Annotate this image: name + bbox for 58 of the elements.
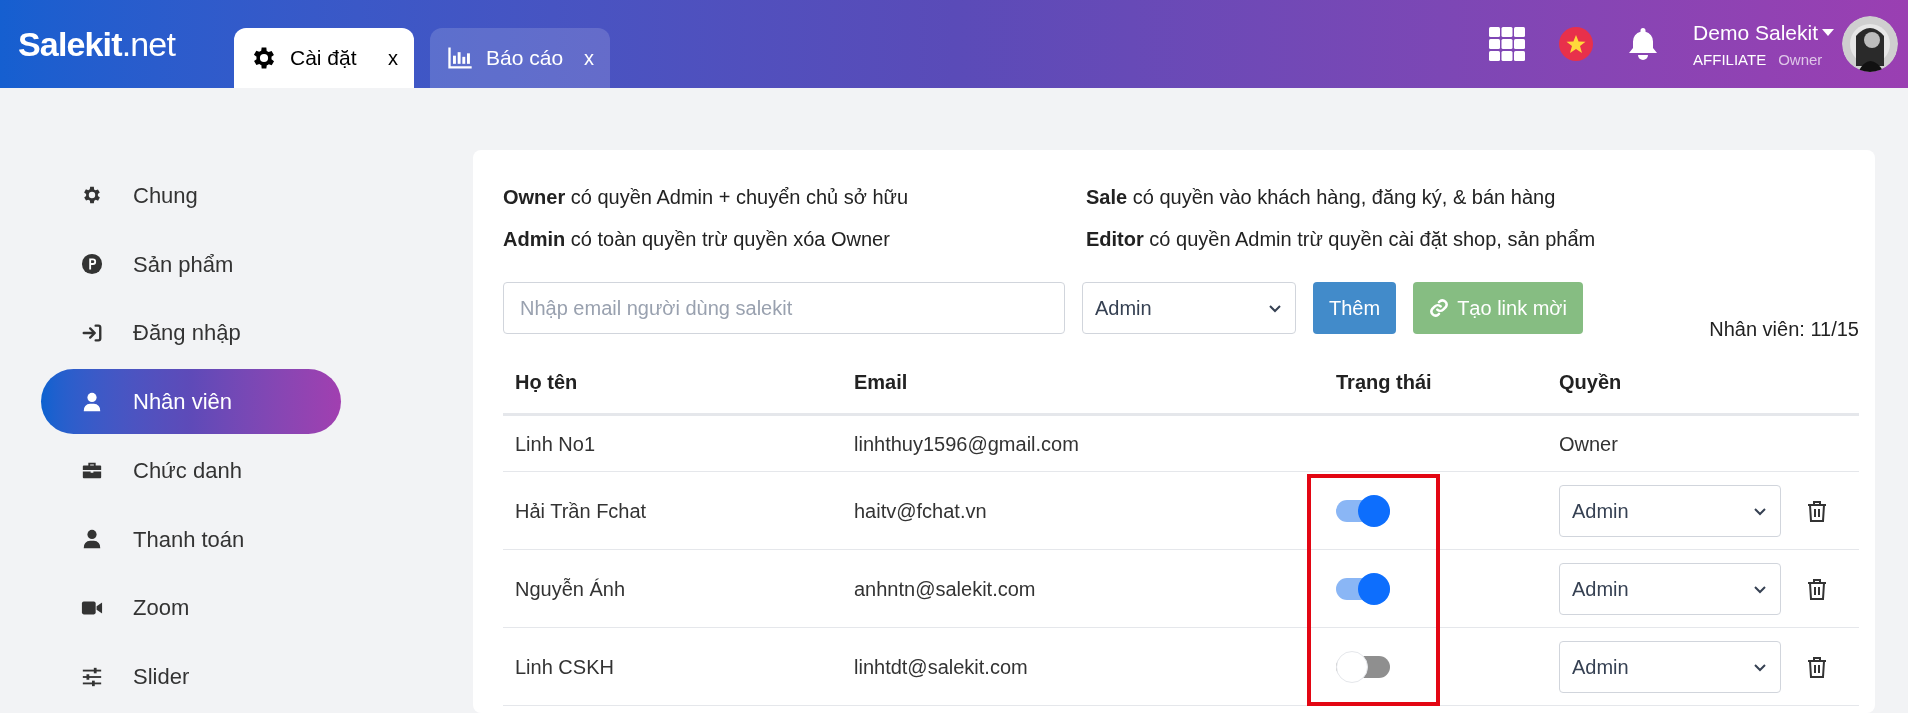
role-select[interactable]: Admin	[1559, 640, 1781, 693]
logo[interactable]: Salekit.net	[18, 18, 175, 70]
column-header: Họ tên	[515, 370, 578, 393]
table-cell: linhtdt@salekit.com	[854, 655, 1028, 678]
tab[interactable]: Báo cáo x	[430, 28, 610, 88]
tab[interactable]: Cài đặt x	[234, 28, 414, 88]
bell-icon[interactable]	[1627, 26, 1660, 62]
sidebar-item[interactable]: Zoom	[41, 575, 341, 641]
table-cell: Nguyễn Ánh	[515, 577, 626, 600]
sidebar-item[interactable]: Đăng nhập	[41, 300, 341, 366]
staff-count: Nhân viên: 11/15	[1709, 317, 1859, 342]
table-cell: Hải Trần Fchat	[515, 499, 647, 522]
status-toggle[interactable]	[1336, 572, 1390, 605]
table-cell: Linh CSKH	[515, 655, 614, 678]
column-header: Trạng thái	[1336, 370, 1432, 393]
sliders-icon	[81, 665, 103, 688]
table-cell: anhntn@salekit.com	[854, 577, 1036, 600]
grid-menu-icon[interactable]	[1489, 27, 1526, 61]
role-select[interactable]: Admin	[1559, 562, 1781, 615]
role-select[interactable]: Admin	[1559, 484, 1781, 537]
sidebar-item[interactable]: Slider	[41, 644, 341, 709]
add-button[interactable]: Thêm	[1313, 282, 1397, 334]
role-description: Editor có quyền Admin trừ quyền cài đặt shop, sản phẩm	[1086, 227, 1597, 252]
table-cell-text: Owner	[1559, 431, 1618, 457]
email-field[interactable]: Nhập email người dùng salekit	[503, 282, 1065, 334]
table-cell: linhthuy1596@gmail.com	[854, 432, 1079, 455]
trash-icon[interactable]	[1807, 655, 1827, 678]
table-cell: haitv@fchat.vn	[854, 499, 987, 522]
sidebar-item[interactable]: Sản phẩm	[41, 231, 341, 297]
close-tab[interactable]: x	[388, 43, 398, 73]
sidebar-item[interactable]: Thanh toán	[41, 506, 341, 572]
flag-icon[interactable]	[1559, 27, 1594, 61]
tab-label: Cài đặt	[290, 45, 358, 72]
role-label: Owner	[1778, 49, 1823, 70]
sidebar-item[interactable]: Nhân viên	[41, 369, 341, 434]
p-circle-icon	[81, 253, 103, 276]
sidebar-item[interactable]: Chức danh	[41, 438, 341, 503]
plan-label: AFFILIATE	[1693, 49, 1767, 70]
status-toggle[interactable]	[1336, 494, 1390, 527]
trash-icon[interactable]	[1807, 577, 1827, 600]
tab-label: Báo cáo	[486, 45, 565, 72]
status-toggle[interactable]	[1336, 650, 1390, 683]
sidebar-item[interactable]: Chung	[41, 163, 341, 228]
column-header: Quyền	[1559, 370, 1622, 393]
table-cell: Linh No1	[515, 432, 596, 455]
role-description: Sale có quyền vào khách hàng, đăng ký, & bán hàng	[1086, 185, 1557, 210]
user-icon	[81, 528, 103, 551]
caret-icon[interactable]	[1822, 28, 1834, 37]
link-icon	[1429, 298, 1450, 318]
user-icon	[81, 390, 103, 413]
user-name[interactable]: Demo Salekit	[1693, 17, 1818, 49]
close-tab[interactable]: x	[584, 43, 594, 73]
role-description: Owner có quyền Admin + chuyển chủ sở hữu	[503, 185, 910, 210]
role-description: Admin có toàn quyền trừ quyền xóa Owner	[503, 227, 891, 252]
role-select[interactable]: Admin	[1082, 282, 1296, 334]
trash-icon[interactable]	[1807, 499, 1827, 522]
sign-in-icon	[81, 321, 103, 344]
column-header: Email	[854, 370, 908, 393]
